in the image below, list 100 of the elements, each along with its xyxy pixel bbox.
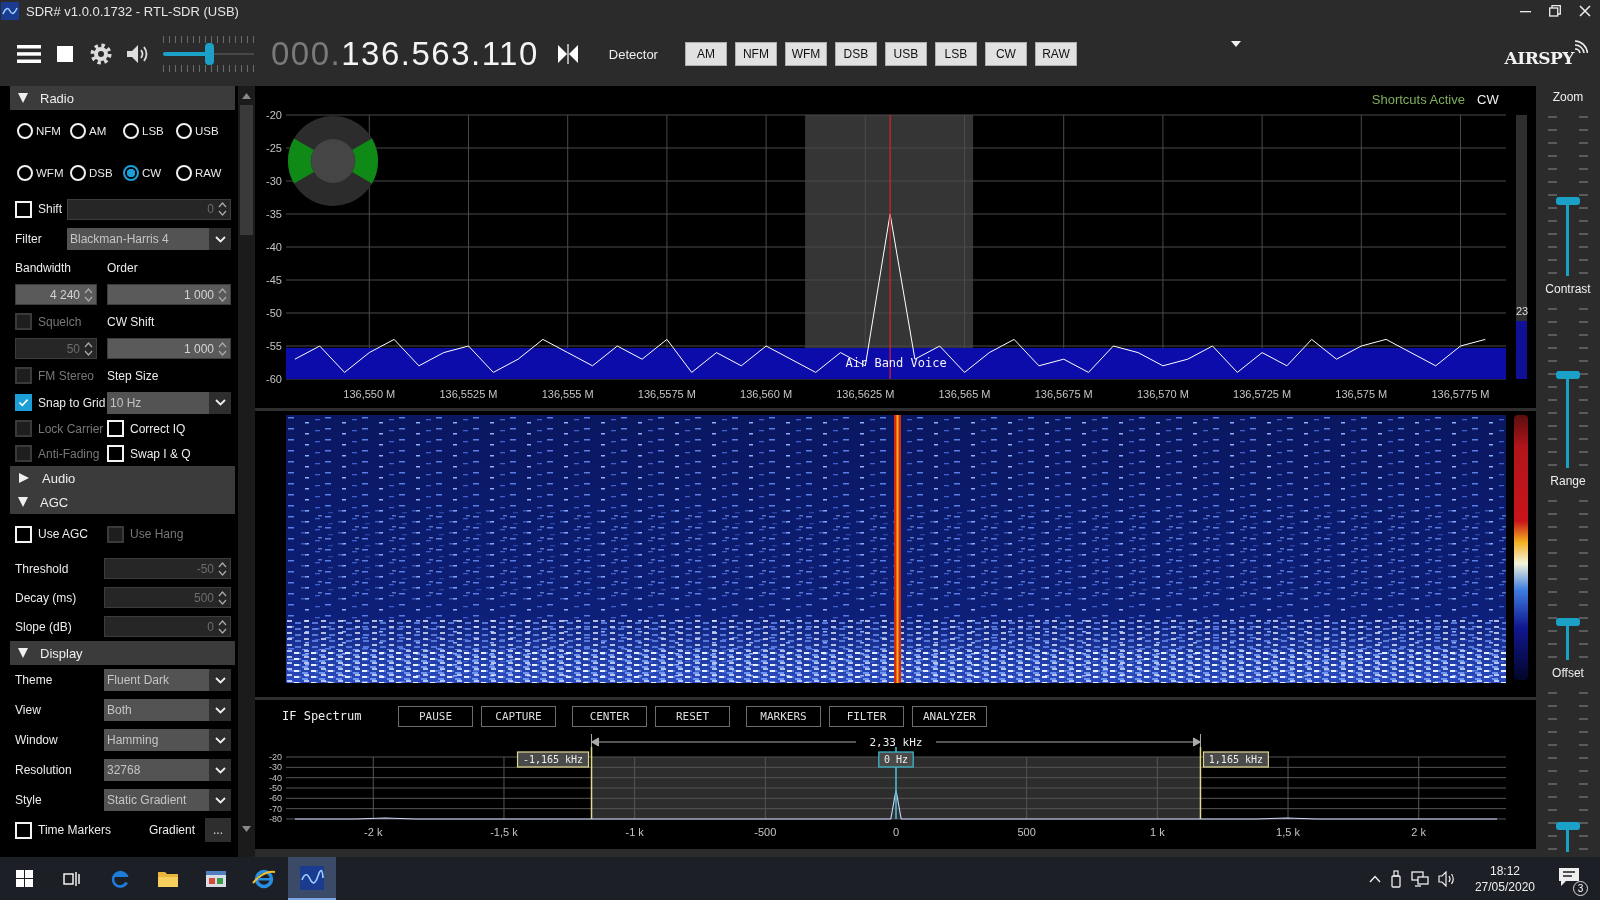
number-field[interactable]: 4 240 bbox=[15, 284, 97, 305]
dropdown[interactable]: Both bbox=[104, 699, 231, 721]
dropdown[interactable]: Fluent Dark bbox=[104, 669, 231, 691]
folder-icon[interactable] bbox=[157, 869, 179, 888]
detector-button[interactable]: USB bbox=[884, 42, 927, 66]
wireless-icon bbox=[1574, 40, 1588, 54]
section-header[interactable]: Radio bbox=[10, 86, 235, 110]
clock-date[interactable]: 27/05/2020 bbox=[1474, 878, 1535, 895]
marker-label: 1,165 kHz bbox=[1202, 751, 1269, 768]
chevron-down-icon[interactable] bbox=[214, 796, 226, 804]
detector-button[interactable]: AM bbox=[684, 42, 727, 66]
spectrum-button[interactable]: MARKERS bbox=[746, 705, 821, 727]
notification-icon[interactable] bbox=[1558, 866, 1580, 887]
detector-button[interactable]: RAW bbox=[1034, 42, 1077, 66]
spectrum-button[interactable]: CENTER bbox=[572, 705, 647, 727]
dropdown[interactable]: Blackman-Harris 4 bbox=[67, 228, 231, 250]
detector-button[interactable]: DSB bbox=[834, 42, 877, 66]
section-header[interactable]: Display bbox=[10, 641, 235, 665]
axis-label: -40 bbox=[266, 241, 282, 253]
slider-thumb[interactable] bbox=[1556, 196, 1580, 205]
detector-button[interactable]: WFM bbox=[784, 42, 827, 66]
shortcuts-status: Shortcuts Active bbox=[1371, 92, 1465, 107]
checkbox-label: Snap to Grid bbox=[38, 395, 106, 410]
detector-button[interactable]: NFM bbox=[734, 42, 777, 66]
menu-icon[interactable] bbox=[17, 44, 41, 64]
scroll-up-icon[interactable] bbox=[242, 93, 251, 99]
chevron-down-icon[interactable] bbox=[214, 235, 226, 243]
chevron-down-icon[interactable] bbox=[214, 706, 226, 714]
checkbox-label: Lock Carrier bbox=[38, 421, 104, 436]
detector-button[interactable]: LSB bbox=[934, 42, 977, 66]
axis-label: 136,560 M bbox=[740, 388, 793, 400]
network-icon[interactable] bbox=[1410, 870, 1429, 887]
axis-label: -35 bbox=[266, 208, 282, 220]
slider-thumb[interactable] bbox=[1556, 371, 1580, 380]
app-icon bbox=[1, 2, 19, 20]
chevron-up-icon[interactable] bbox=[1368, 874, 1381, 883]
dropdown[interactable]: Hamming bbox=[104, 729, 231, 751]
dropdown[interactable]: 32768 bbox=[104, 759, 231, 781]
spectrum-button[interactable]: PAUSE bbox=[398, 705, 473, 727]
clock-time[interactable]: 18:12 bbox=[1489, 862, 1520, 879]
radio-label: LSB bbox=[142, 125, 164, 137]
axis-label: 136,5675 M bbox=[1034, 388, 1093, 400]
scrollbar-thumb[interactable] bbox=[240, 105, 253, 235]
chevron-down-icon[interactable] bbox=[214, 676, 226, 684]
volume-icon[interactable] bbox=[1437, 870, 1456, 887]
detector-button[interactable]: CW bbox=[984, 42, 1027, 66]
section-header[interactable]: AGC bbox=[10, 490, 235, 514]
axis-label: -50 bbox=[269, 783, 282, 793]
radio-label: WFM bbox=[36, 167, 64, 179]
frequency-display[interactable]: 000.136.563.110 bbox=[271, 35, 539, 73]
close-button[interactable] bbox=[1579, 5, 1591, 17]
section-header[interactable]: Audio bbox=[10, 466, 235, 490]
spectrum-button[interactable]: CAPTURE bbox=[481, 705, 556, 727]
pan-wheel[interactable] bbox=[288, 116, 378, 206]
number-field[interactable]: 1 000 bbox=[107, 338, 231, 359]
spectrum-button[interactable]: ANALYZER bbox=[912, 705, 987, 727]
dropdown-caret-icon[interactable] bbox=[1230, 41, 1241, 47]
axis-label: 136,5775 M bbox=[1431, 388, 1490, 400]
tuning-line[interactable] bbox=[889, 114, 891, 380]
swap-icon[interactable] bbox=[556, 44, 579, 64]
axis-label: -20 bbox=[269, 752, 282, 762]
axis-label: 0 bbox=[892, 826, 900, 838]
number-field[interactable]: 1 000 bbox=[107, 284, 231, 305]
slider-thumb[interactable] bbox=[204, 43, 214, 65]
settings-icon[interactable] bbox=[90, 43, 112, 65]
panel-title: IF Spectrum bbox=[282, 709, 363, 723]
browser-icon[interactable] bbox=[252, 867, 276, 890]
axis-label: -1 k bbox=[625, 826, 644, 838]
spin-arrows-icon[interactable] bbox=[84, 286, 93, 303]
slider-thumb[interactable] bbox=[1556, 617, 1580, 626]
radio-button[interactable] bbox=[123, 165, 139, 181]
marker-line[interactable] bbox=[1199, 746, 1202, 820]
field-label: Decay (ms) bbox=[15, 590, 78, 605]
spectrum-button[interactable]: RESET bbox=[655, 705, 730, 727]
usb-drive-icon[interactable] bbox=[1389, 869, 1402, 888]
taskbar-button[interactable] bbox=[288, 857, 336, 900]
windows-icon[interactable] bbox=[15, 870, 33, 887]
spin-arrows-icon[interactable] bbox=[218, 286, 227, 303]
chevron-down-icon[interactable] bbox=[214, 766, 226, 774]
task-view-icon[interactable] bbox=[63, 870, 81, 887]
dropdown[interactable]: Static Gradient bbox=[104, 789, 231, 811]
gradient-button[interactable]: ... bbox=[205, 818, 231, 842]
spectrum-button[interactable]: FILTER bbox=[829, 705, 904, 727]
checkbox-label: Squelch bbox=[38, 314, 82, 329]
dropdown[interactable]: 10 Hz bbox=[107, 391, 231, 414]
restore-button[interactable] bbox=[1549, 5, 1561, 17]
chevron-down-icon[interactable] bbox=[214, 736, 226, 744]
axis-label: -30 bbox=[266, 175, 282, 187]
checkbox[interactable] bbox=[15, 394, 32, 411]
radio-label: DSB bbox=[89, 167, 113, 179]
marker-line[interactable] bbox=[590, 746, 593, 820]
axis-label: -1,5 k bbox=[490, 826, 518, 838]
scroll-down-icon[interactable] bbox=[242, 826, 251, 832]
slider-thumb[interactable] bbox=[1556, 822, 1580, 831]
spin-arrows-icon[interactable] bbox=[218, 340, 227, 357]
chevron-down-icon[interactable] bbox=[214, 399, 226, 406]
ref-line-label: 0 Hz bbox=[883, 754, 909, 765]
axis-label: -70 bbox=[269, 803, 282, 814]
axis-label: -500 bbox=[754, 826, 777, 838]
axis-label: -20 bbox=[266, 109, 282, 121]
